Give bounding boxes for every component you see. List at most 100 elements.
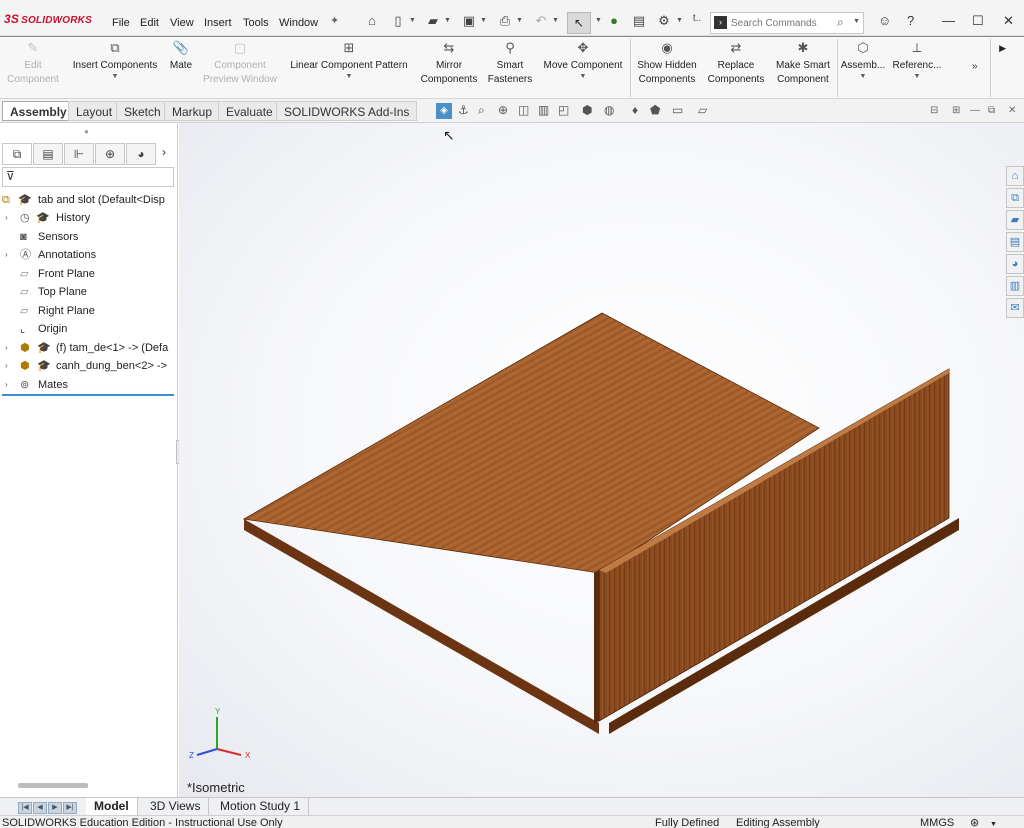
graphics-area[interactable]: ↖ Y X Z *Isometric — [179, 123, 1024, 797]
design-library-icon[interactable]: ⧉ — [1006, 188, 1024, 208]
linear-component-pattern-button[interactable]: ⊞ Linear Component Pattern ▼ — [284, 41, 414, 81]
tree-item-origin[interactable]: ⌞ Origin — [0, 320, 176, 338]
unit-system[interactable]: MMGS — [920, 817, 954, 828]
tile-panel-icon[interactable]: ⊞ — [952, 105, 960, 116]
expand-icon[interactable]: › — [5, 339, 8, 357]
reference-geometry-dropdown-icon[interactable]: ▼ — [889, 73, 945, 81]
first-tab-icon[interactable]: |◀ — [18, 802, 32, 814]
select-dropdown-icon[interactable]: ▼ — [595, 17, 602, 24]
open-icon[interactable]: ▰ — [424, 13, 442, 29]
expand-icon[interactable]: › — [5, 246, 8, 264]
undo-dropdown-icon[interactable]: ▼ — [552, 17, 559, 24]
hide-show-items-icon[interactable]: ◍ — [604, 103, 614, 117]
view-monitor-icon[interactable]: ▭ — [672, 103, 683, 117]
options-gear-icon[interactable]: ⚙ — [655, 13, 673, 29]
tree-item-top-plane[interactable]: ▱ Top Plane — [0, 283, 176, 301]
tab-3d-views[interactable]: 3D Views — [142, 798, 210, 815]
mate-button[interactable]: 📎 Mate — [164, 41, 198, 73]
menu-edit[interactable]: Edit — [140, 17, 159, 29]
configuration-manager-tab-icon[interactable]: ⊩ — [64, 143, 94, 165]
tree-item-front-plane[interactable]: ▱ Front Plane — [0, 265, 176, 283]
search-input[interactable] — [731, 15, 831, 31]
panel-grip-icon[interactable]: ● — [84, 127, 89, 136]
new-dropdown-icon[interactable]: ▼ — [409, 17, 416, 24]
prev-tab-icon[interactable]: ◀ — [33, 802, 47, 814]
zoom-to-fit-icon[interactable]: ⌕ — [478, 103, 485, 118]
linear-pattern-dropdown-icon[interactable]: ▼ — [284, 73, 414, 81]
home-icon[interactable]: ⌂ — [363, 13, 381, 28]
tab-motion-study-1[interactable]: Motion Study 1 — [212, 798, 310, 815]
tab-model[interactable]: Model — [86, 798, 138, 815]
expand-icon[interactable]: › — [5, 357, 8, 375]
undo-icon[interactable]: ↶ — [532, 13, 550, 29]
move-component-dropdown-icon[interactable]: ▼ — [537, 73, 629, 81]
pin-icon[interactable]: ✦ — [330, 14, 339, 27]
solidworks-logo[interactable]: 3S SOLIDWORKS — [4, 12, 92, 26]
toolbar-overflow-icon[interactable]: t.. — [688, 13, 706, 24]
appearance-icon[interactable]: ♦ — [632, 103, 638, 117]
restore-panel-icon[interactable]: ⊟ — [930, 105, 938, 116]
new-document-icon[interactable]: ▯ — [389, 13, 407, 29]
doc-minimize-icon[interactable]: — — [970, 105, 980, 116]
panel-horizontal-scrollbar[interactable] — [18, 783, 88, 788]
tree-item-canh-dung-ben[interactable]: › ⬢ 🎓 canh_dung_ben<2> -> — [0, 357, 176, 375]
appearances-scenes-icon[interactable]: ◕ — [1006, 254, 1024, 274]
status-dropdown-icon[interactable]: ▼ — [990, 819, 997, 828]
expand-icon[interactable]: › — [5, 209, 8, 227]
tab-layout[interactable]: Layout — [68, 101, 121, 121]
tab-solidworks-addins[interactable]: SOLIDWORKS Add-Ins — [276, 101, 418, 121]
search-icon[interactable]: ⌕ — [837, 15, 844, 30]
assembly-features-dropdown-icon[interactable]: ▼ — [839, 73, 887, 81]
dimxpert-tab-icon[interactable]: ⊕ — [95, 143, 125, 165]
custom-properties-icon[interactable]: ▥ — [1006, 276, 1024, 296]
tree-item-annotations[interactable]: › Ⓐ Annotations — [0, 246, 176, 264]
search-dropdown-icon[interactable]: ▼ — [853, 18, 860, 25]
zoom-to-area-icon[interactable]: ⊕ — [498, 103, 508, 117]
menu-tools[interactable]: Tools — [243, 17, 269, 29]
previous-view-icon[interactable]: ⚓ — [458, 103, 469, 117]
tree-item-history[interactable]: › ◷ 🎓 History — [0, 209, 176, 227]
file-properties-icon[interactable]: ▤ — [630, 13, 648, 29]
view-palette-icon[interactable]: ▤ — [1006, 232, 1024, 252]
expand-icon[interactable]: › — [5, 376, 8, 394]
property-manager-tab-icon[interactable]: ▤ — [33, 143, 63, 165]
close-icon[interactable]: ✕ — [1003, 13, 1014, 29]
insert-components-button[interactable]: ⧉ Insert Components ▼ — [66, 41, 164, 81]
file-explorer-icon[interactable]: ▰ — [1006, 210, 1024, 230]
tab-evaluate[interactable]: Evaluate — [218, 101, 281, 121]
tree-item-right-plane[interactable]: ▱ Right Plane — [0, 302, 176, 320]
next-tab-icon[interactable]: ▶ — [48, 802, 62, 814]
menu-window[interactable]: Window — [279, 17, 318, 29]
tab-assembly[interactable]: Assembly — [2, 101, 75, 121]
assembly-features-button[interactable]: ⬡ Assemb... ▼ — [839, 41, 887, 81]
open-dropdown-icon[interactable]: ▼ — [444, 17, 451, 24]
select-pointer-icon[interactable]: ↖ — [567, 12, 591, 34]
save-icon[interactable]: ▣ — [460, 13, 478, 29]
save-dropdown-icon[interactable]: ▼ — [480, 17, 487, 24]
rebuild-status-icon[interactable]: ⊛ — [970, 817, 979, 828]
view-orientation-icon[interactable]: ◈ — [436, 103, 452, 119]
tree-item-sensors[interactable]: ◙ Sensors — [0, 228, 176, 246]
user-account-icon[interactable]: ☺ — [878, 13, 891, 28]
doc-close-icon[interactable]: ✕ — [1008, 105, 1016, 116]
help-icon[interactable]: ? — [907, 13, 914, 28]
model-3d-view[interactable] — [179, 123, 1024, 797]
tree-root-assembly[interactable]: ⧉ 🎓 tab and slot (Default<Disp — [0, 191, 176, 209]
panel-more-icon[interactable]: › — [162, 145, 166, 159]
maximize-icon[interactable]: ☐ — [972, 13, 984, 29]
reference-geometry-button[interactable]: ⟂ Referenc... ▼ — [889, 41, 945, 81]
display-manager-tab-icon[interactable]: ◕ — [126, 143, 156, 165]
tab-sketch[interactable]: Sketch — [116, 101, 169, 121]
feature-manager-tab-icon[interactable]: ⧉ — [2, 143, 32, 165]
print-icon[interactable]: ⎙ — [496, 13, 514, 29]
options-dropdown-icon[interactable]: ▼ — [676, 17, 683, 24]
solidworks-resources-icon[interactable]: ⌂ — [1006, 166, 1024, 186]
replace-components-button[interactable]: ⇄ Replace Components — [703, 41, 769, 87]
edit-component-button[interactable]: ✎ Edit Component — [4, 41, 62, 87]
print-dropdown-icon[interactable]: ▼ — [516, 17, 523, 24]
solidworks-forum-icon[interactable]: ✉ — [1006, 298, 1024, 318]
scene-icon[interactable]: ⬟ — [650, 103, 660, 117]
doc-restore-icon[interactable]: ⧉ — [988, 105, 995, 116]
make-smart-component-button[interactable]: ✱ Make Smart Component — [771, 41, 835, 87]
display-style-icon[interactable]: ⬢ — [582, 103, 592, 117]
